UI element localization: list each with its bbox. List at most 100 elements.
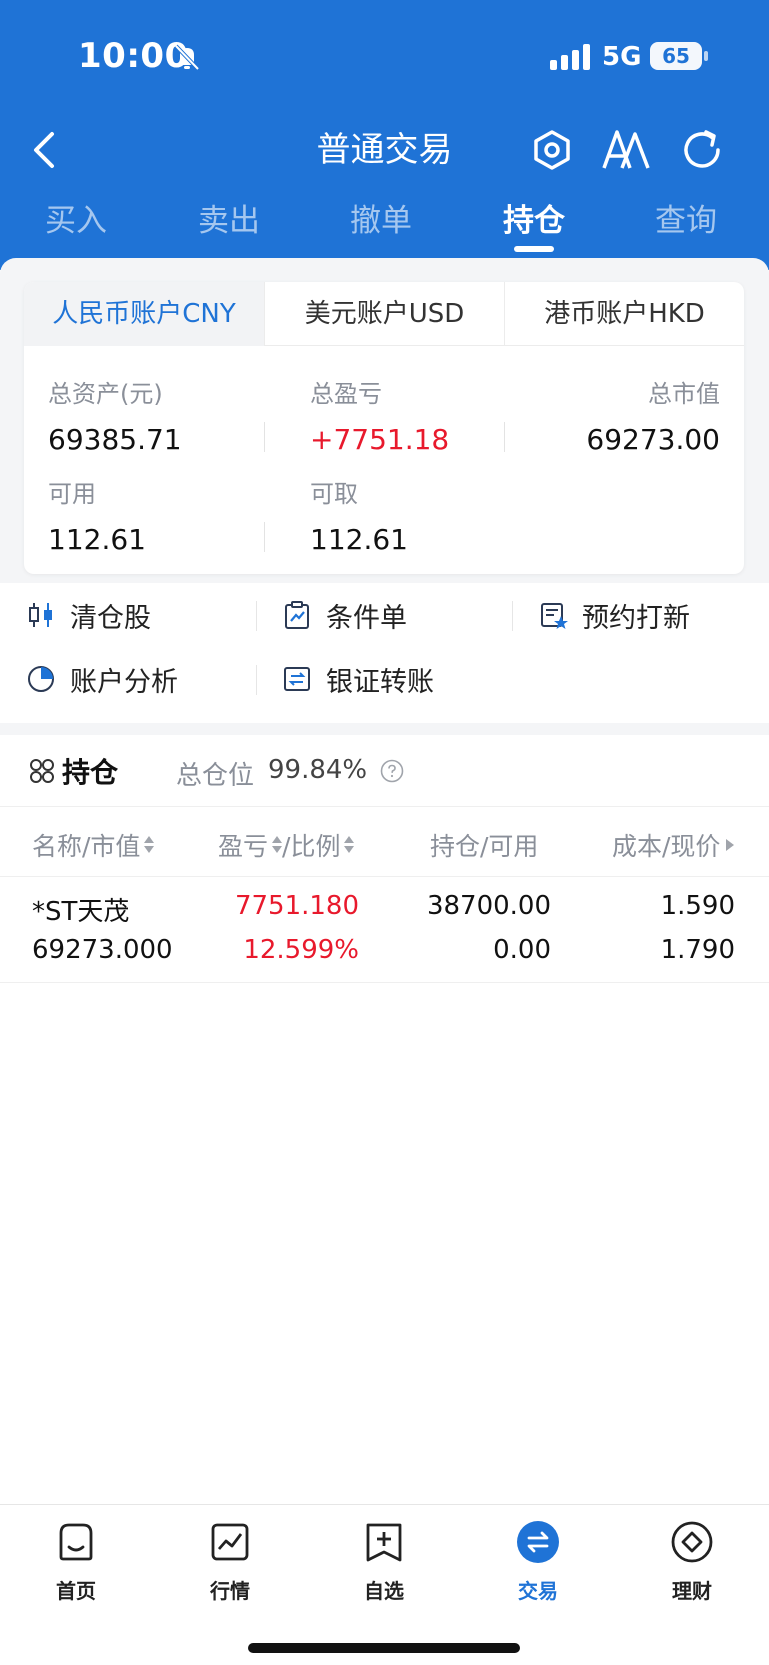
- quick-action-label: 银证转账: [326, 666, 434, 698]
- divider: [264, 522, 265, 552]
- battery-icon: 65: [650, 42, 702, 70]
- divider: [504, 422, 505, 452]
- quick-action-label: 清仓股: [70, 602, 151, 634]
- market-value-label: 总市值: [648, 380, 720, 408]
- total-assets-value: 69385.71: [48, 423, 182, 456]
- sort-icon: [144, 834, 155, 856]
- column-cost-price[interactable]: 成本/现价: [612, 827, 735, 863]
- column-label: 成本/现价: [612, 832, 721, 861]
- bottom-nav-label: 首页: [56, 1579, 96, 1603]
- bottom-nav-watchlist[interactable]: 自选: [324, 1519, 444, 1604]
- candlestick-icon: [29, 603, 52, 627]
- reserve-ipo-icon: [541, 603, 568, 629]
- tab-cancel[interactable]: 撤单: [321, 196, 441, 246]
- scroll-right-icon: [726, 839, 735, 851]
- available-value: 112.61: [48, 523, 146, 556]
- market-value: 总市值 69273.00: [586, 374, 720, 456]
- clear-position-stocks-button[interactable]: 清仓股: [26, 595, 151, 635]
- available-label: 可用: [48, 480, 96, 508]
- total-assets: 总资产(元) 69385.71: [48, 374, 182, 456]
- font-size-icon[interactable]: [600, 124, 652, 176]
- page-title: 普通交易: [316, 130, 453, 170]
- total-pnl-label: 总盈亏: [310, 380, 382, 408]
- column-label: /比例: [282, 832, 341, 861]
- total-pnl-value: +7751.18: [310, 423, 450, 456]
- column-label: 盈亏: [218, 832, 269, 861]
- market-icon: [211, 1523, 249, 1561]
- wealth-icon: [671, 1521, 713, 1563]
- account-tab-hkd[interactable]: 港币账户HKD: [504, 282, 744, 346]
- market-value-value: 69273.00: [586, 423, 720, 456]
- conditional-order-button[interactable]: 条件单: [282, 595, 407, 635]
- column-label: 持仓/可用: [430, 832, 539, 861]
- quick-action-label: 账户分析: [70, 666, 178, 698]
- battery-tip: [704, 51, 708, 61]
- holdings-title-label: 持仓: [62, 756, 119, 789]
- divider: [256, 665, 257, 695]
- available-funds: 可用 112.61: [48, 474, 146, 556]
- account-tab-usd[interactable]: 美元账户USD: [264, 282, 504, 346]
- stock-name: *ST天茂: [32, 897, 130, 927]
- active-tab-indicator: [514, 246, 554, 252]
- bottom-nav-wealth[interactable]: 理财: [632, 1519, 752, 1604]
- stock-cost: 1.590: [660, 891, 735, 921]
- status-bar: 10:00 5G 65: [0, 0, 769, 112]
- column-label: 名称/市值: [32, 832, 141, 861]
- column-pnl-ratio[interactable]: 盈亏 /比例: [218, 827, 355, 863]
- watchlist-icon: [366, 1523, 402, 1562]
- withdrawable-value: 112.61: [310, 523, 408, 556]
- home-icon: [59, 1523, 93, 1561]
- bottom-nav-home[interactable]: 首页: [16, 1519, 136, 1604]
- account-section: 人民币账户CNY 美元账户USD 港币账户HKD 总资产(元) 69385.71…: [0, 258, 769, 583]
- trade-icon: [517, 1521, 559, 1563]
- bank-securities-transfer-button[interactable]: 银证转账: [282, 659, 434, 699]
- withdrawable-label: 可取: [310, 480, 358, 508]
- app-header: 10:00 5G 65 普通交易 买入 卖出 撤单 持仓 查询: [0, 0, 769, 270]
- divider: [264, 422, 265, 452]
- bottom-nav-label: 理财: [672, 1579, 712, 1603]
- account-tab-cny[interactable]: 人民币账户CNY: [24, 282, 264, 346]
- stock-market-value: 69273.000: [32, 935, 173, 965]
- section-gap: [0, 723, 769, 735]
- stock-pnl: 7751.180: [234, 891, 359, 921]
- bottom-nav-label: 自选: [364, 1579, 404, 1603]
- home-indicator[interactable]: [248, 1643, 520, 1653]
- bottom-nav-trade[interactable]: 交易: [478, 1519, 598, 1604]
- stock-price: 1.790: [660, 935, 735, 965]
- total-position-label: 总仓位: [176, 761, 255, 791]
- trade-tabs: 买入 卖出 撤单 持仓 查询: [0, 196, 769, 256]
- quick-action-label: 预约打新: [582, 602, 690, 634]
- holdings-header: 持仓 总仓位 99.84%: [0, 735, 769, 807]
- divider: [256, 601, 257, 631]
- bottom-nav-label: 行情: [210, 1579, 250, 1603]
- bottom-nav-market[interactable]: 行情: [170, 1519, 290, 1604]
- reserve-ipo-button[interactable]: 预约打新: [538, 595, 690, 635]
- stock-position: 38700.00: [426, 891, 551, 921]
- grid-icon: [30, 759, 54, 783]
- total-position-value: 99.84%: [268, 755, 368, 785]
- bell-muted-icon: [174, 44, 200, 71]
- account-analysis-button[interactable]: 账户分析: [26, 659, 178, 699]
- withdrawable-funds: 可取 112.61: [310, 474, 408, 556]
- help-icon[interactable]: [380, 759, 404, 783]
- clipboard-chart-icon: [285, 601, 309, 629]
- refresh-icon[interactable]: [676, 124, 728, 176]
- signal-icon: [550, 44, 590, 70]
- tab-sell[interactable]: 卖出: [169, 196, 289, 246]
- settings-hexagon-icon[interactable]: [526, 124, 578, 176]
- stock-available: 0.00: [493, 935, 551, 965]
- account-card: 人民币账户CNY 美元账户USD 港币账户HKD 总资产(元) 69385.71…: [24, 282, 744, 574]
- tab-positions[interactable]: 持仓: [474, 196, 594, 246]
- table-row[interactable]: *ST天茂 69273.000 7751.180 12.599% 38700.0…: [0, 877, 769, 983]
- column-name-value[interactable]: 名称/市值: [32, 827, 155, 863]
- total-pnl: 总盈亏 +7751.18: [310, 374, 449, 456]
- sort-icon: [344, 834, 355, 856]
- total-assets-label: 总资产(元): [48, 380, 163, 408]
- stock-pnl-ratio: 12.599%: [243, 935, 359, 965]
- quick-actions: 清仓股 条件单 预约打新 账户分析 银证转账: [0, 583, 769, 723]
- holdings-title: 持仓: [28, 751, 118, 791]
- column-position-available: 持仓/可用: [430, 827, 538, 863]
- tab-buy[interactable]: 买入: [16, 196, 136, 246]
- bottom-nav: 首页 行情 自选 交易 理财: [0, 1504, 769, 1665]
- tab-query[interactable]: 查询: [626, 196, 746, 246]
